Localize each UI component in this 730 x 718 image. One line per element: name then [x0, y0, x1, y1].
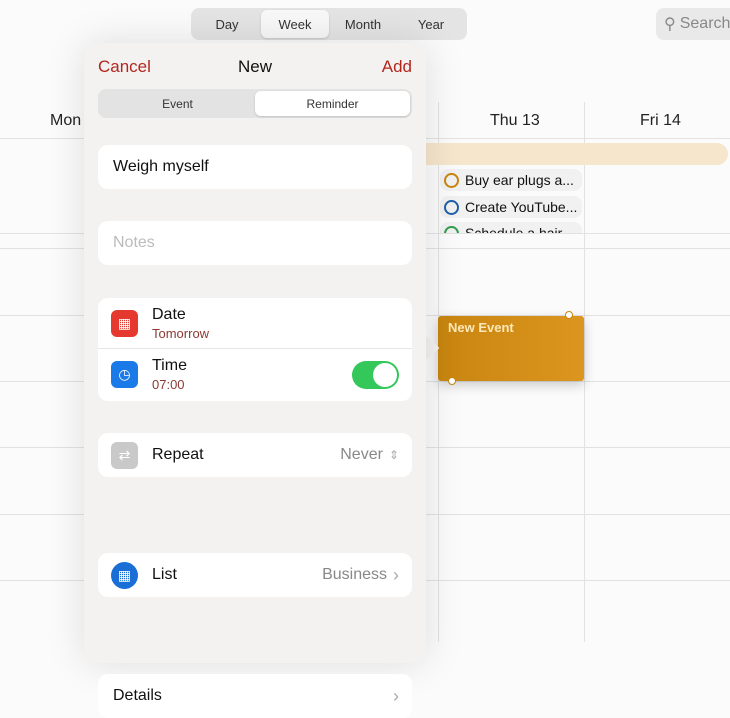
- search-placeholder: Search: [679, 15, 730, 32]
- date-label: Date: [152, 305, 186, 323]
- view-day[interactable]: Day: [193, 10, 261, 38]
- reminder-clip: Schedule a hair...: [440, 222, 582, 233]
- time-value: 07:00: [152, 377, 185, 392]
- search-icon: ⚲: [664, 16, 676, 33]
- title-input[interactable]: Weigh myself: [98, 145, 412, 189]
- chevron-right-icon: ›: [393, 685, 399, 706]
- clock-icon: ◷: [111, 361, 138, 388]
- reminder-title: Create YouTube...: [465, 199, 578, 215]
- reminder-item[interactable]: Create YouTube...: [440, 196, 582, 218]
- day-header-mon[interactable]: Mon: [50, 112, 81, 130]
- reminder-title: Schedule a hair...: [465, 225, 574, 233]
- chevron-right-icon: ›: [393, 564, 399, 585]
- repeat-label: Repeat: [152, 446, 204, 463]
- reminder-title: Buy ear plugs a...: [465, 172, 574, 188]
- reminder-circle-icon[interactable]: [444, 225, 459, 233]
- reminder-item[interactable]: Schedule a hair...: [440, 222, 582, 233]
- view-year[interactable]: Year: [397, 10, 465, 38]
- repeat-icon: ⇄: [111, 441, 138, 469]
- search-field[interactable]: ⚲ Search: [656, 8, 730, 40]
- reminder-circle-icon[interactable]: [444, 199, 459, 215]
- building-icon: ▦: [111, 561, 138, 589]
- date-row[interactable]: ▦ Date Tomorrow: [98, 298, 412, 349]
- notes-input[interactable]: Notes: [98, 221, 412, 265]
- day-header-fri[interactable]: Fri 14: [640, 112, 681, 130]
- view-week[interactable]: Week: [261, 10, 329, 38]
- all-day-event[interactable]: [400, 143, 728, 165]
- reminder-circle-icon[interactable]: [444, 172, 459, 188]
- cancel-button[interactable]: Cancel: [98, 57, 151, 77]
- repeat-row[interactable]: ⇄ Repeat Never ⇕: [98, 433, 412, 477]
- details-row[interactable]: Details ›: [98, 674, 412, 718]
- new-event-title: New Event: [448, 320, 514, 335]
- popover-title: New: [238, 57, 273, 76]
- view-month[interactable]: Month: [329, 10, 397, 38]
- time-toggle[interactable]: [352, 360, 399, 389]
- calendar-icon: ▦: [111, 309, 138, 337]
- resize-handle-top[interactable]: [565, 311, 573, 319]
- type-segmented-control: Event Reminder: [98, 89, 412, 118]
- new-item-popover: Cancel New Add Event Reminder Weigh myse…: [84, 43, 426, 718]
- date-time-group: ▦ Date Tomorrow ◷ Time 07:00: [98, 298, 412, 401]
- add-button[interactable]: Add: [382, 57, 412, 77]
- resize-handle-bottom[interactable]: [448, 377, 456, 385]
- tab-event[interactable]: Event: [100, 91, 255, 116]
- updown-chevron-icon: ⇕: [388, 448, 399, 462]
- tab-reminder[interactable]: Reminder: [255, 91, 410, 116]
- time-row[interactable]: ◷ Time 07:00: [98, 349, 412, 400]
- list-row[interactable]: ▦ List Business ›: [98, 553, 412, 597]
- new-event-block[interactable]: New Event: [438, 316, 584, 381]
- day-header-thu[interactable]: Thu 13: [490, 112, 540, 130]
- divider: [584, 102, 585, 642]
- view-switcher: Day Week Month Year: [191, 8, 467, 40]
- list-value: Business: [322, 566, 387, 583]
- details-label: Details: [113, 687, 162, 704]
- time-label: Time: [152, 357, 187, 374]
- repeat-value: Never: [340, 446, 383, 463]
- reminder-item[interactable]: Buy ear plugs a...: [440, 169, 582, 191]
- date-value: Tomorrow: [152, 325, 210, 341]
- list-label: List: [152, 566, 177, 583]
